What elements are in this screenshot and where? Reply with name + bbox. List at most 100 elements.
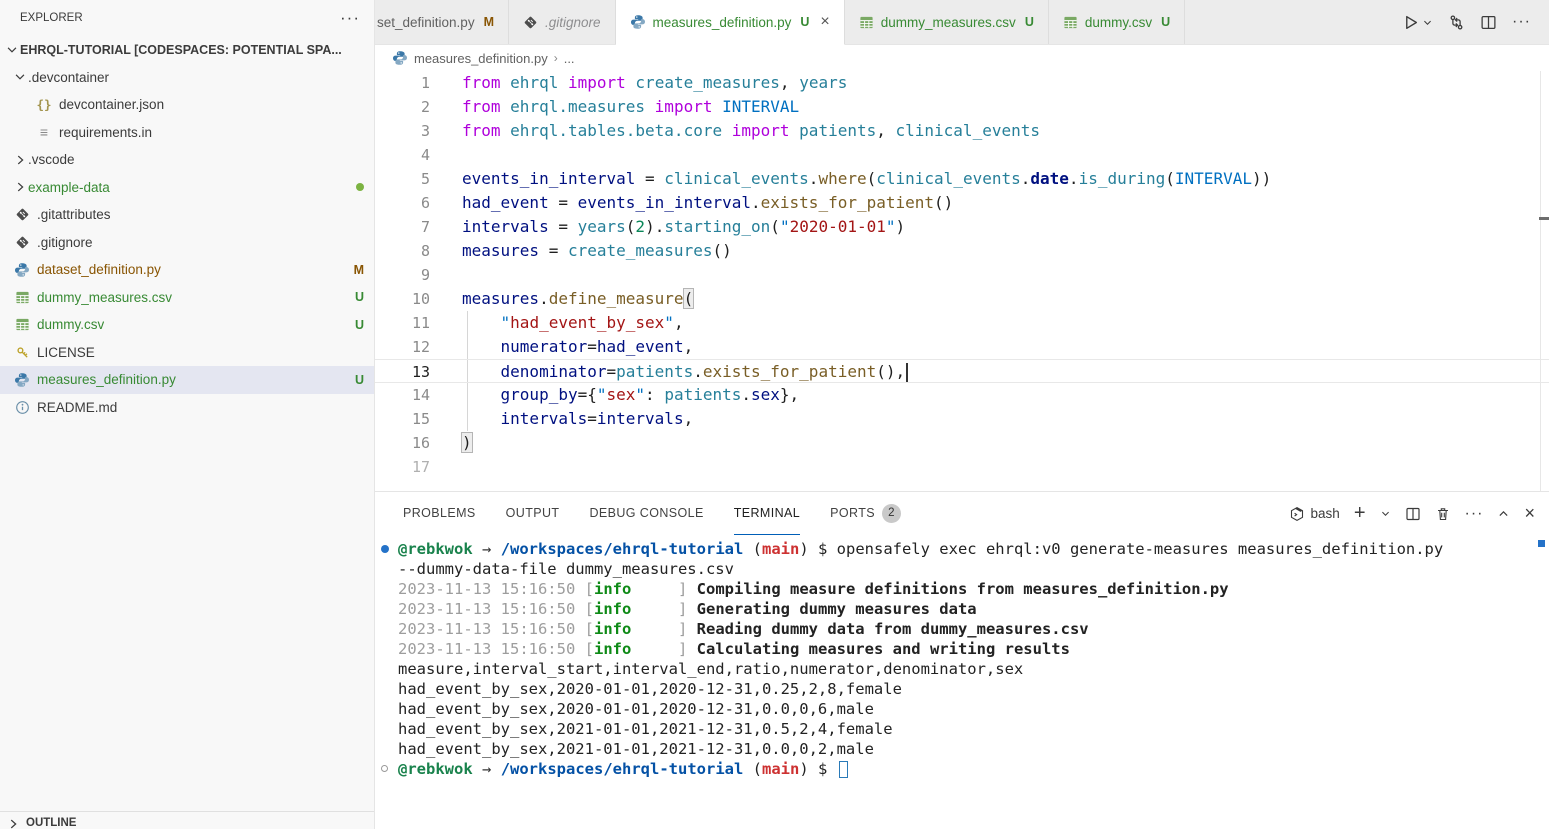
run-icon: [1402, 14, 1419, 31]
code-text: group_by={"sex": patients.sex},: [462, 383, 799, 407]
tree-item-label: .devcontainer: [28, 70, 109, 85]
indent-guide: [467, 335, 468, 359]
code-line-12: 12 numerator=had_event,: [375, 335, 1549, 359]
tree-item-ehrql-tutorial-codespaces-potential-spa[interactable]: EHRQL-TUTORIAL [CODESPACES: POTENTIAL SP…: [0, 36, 374, 64]
close-panel-icon[interactable]: ×: [1524, 503, 1535, 524]
outline-section-header[interactable]: OUTLINE: [0, 811, 374, 829]
maximize-panel-chevron-up-icon[interactable]: [1497, 507, 1510, 520]
terminal-line: had_event_by_sex,2020-01-01,2020-12-31,0…: [375, 699, 1549, 719]
line-number: 10: [375, 287, 430, 311]
explorer-header: EXPLORER ···: [0, 0, 374, 36]
chevron-right-icon: [6, 817, 20, 829]
panel-more-actions-icon[interactable]: ···: [1465, 505, 1484, 523]
code-text: denominator=patients.exists_for_patient(…: [462, 360, 908, 382]
tree-item-measures-definition-py[interactable]: measures_definition.pyU: [0, 366, 374, 394]
chevron-right-icon: [13, 153, 27, 167]
tree-item-devcontainer-json[interactable]: {}devcontainer.json: [0, 91, 374, 119]
tab-measures-definition-py[interactable]: measures_definition.pyU×: [616, 0, 845, 45]
shell-selector[interactable]: bash: [1289, 506, 1340, 522]
terminal-line: had_event_by_sex,2020-01-01,2020-12-31,0…: [375, 679, 1549, 699]
chevron-down-icon: [5, 43, 19, 57]
tree-item-example-data[interactable]: example-data: [0, 174, 374, 202]
open-changes-icon[interactable]: [1448, 14, 1465, 31]
line-number: 2: [375, 95, 430, 119]
breadcrumb-file[interactable]: measures_definition.py: [414, 51, 548, 66]
tab-set-definition-py[interactable]: set_definition.pyM: [375, 0, 509, 44]
code-text: had_event = events_in_interval.exists_fo…: [462, 191, 953, 215]
tree-item-dummy-csv[interactable]: dummy.csvU: [0, 311, 374, 339]
terminal-line: had_event_by_sex,2021-01-01,2021-12-31,0…: [375, 739, 1549, 759]
code-editor[interactable]: 1from ehrql import create_measures, year…: [375, 71, 1549, 491]
tree-item-devcontainer[interactable]: .devcontainer: [0, 64, 374, 92]
tree-item-label: README.md: [37, 400, 117, 415]
code-line-2: 2from ehrql.measures import INTERVAL: [375, 95, 1549, 119]
close-tab-icon[interactable]: ×: [820, 13, 829, 31]
panel-tab-debug-console[interactable]: DEBUG CONSOLE: [589, 492, 703, 535]
tree-item-label: dataset_definition.py: [37, 262, 161, 277]
terminal[interactable]: @rebkwok → /workspaces/ehrql-tutorial (m…: [375, 535, 1549, 829]
line-number: 17: [375, 455, 430, 479]
panel-tab-problems[interactable]: PROBLEMS: [403, 492, 476, 535]
split-terminal-icon[interactable]: [1405, 506, 1421, 522]
tree-item-vscode[interactable]: .vscode: [0, 146, 374, 174]
code-line-6: 6had_event = events_in_interval.exists_f…: [375, 191, 1549, 215]
code-line-13: 13 denominator=patients.exists_for_patie…: [375, 359, 1549, 383]
breadcrumb-symbol[interactable]: ...: [564, 51, 575, 66]
code-line-8: 8measures = create_measures(): [375, 239, 1549, 263]
kill-terminal-trash-icon[interactable]: [1435, 506, 1451, 522]
tab-dummy-measures-csv[interactable]: dummy_measures.csvU: [845, 0, 1049, 44]
panel-tab-label: OUTPUT: [506, 506, 560, 520]
panel-header: PROBLEMS OUTPUT DEBUG CONSOLE TERMINAL PORTS…: [375, 492, 1549, 535]
line-number: 16: [375, 431, 430, 455]
line-number: 12: [375, 335, 430, 359]
code-line-14: 14 group_by={"sex": patients.sex},: [375, 383, 1549, 407]
panel-tab-output[interactable]: OUTPUT: [506, 492, 560, 535]
split-editor-icon[interactable]: [1480, 14, 1497, 31]
tree-item-gitattributes[interactable]: .gitattributes: [0, 201, 374, 229]
run-dropdown-chevron-icon[interactable]: [1422, 17, 1433, 28]
new-terminal-icon[interactable]: +: [1354, 502, 1366, 525]
tab-label: dummy_measures.csv: [881, 15, 1016, 30]
tab-label: .gitignore: [545, 15, 601, 30]
panel-tab-label: PORTS: [830, 506, 875, 520]
csv-file-icon: [15, 290, 30, 305]
terminal-dropdown-chevron-icon[interactable]: [1380, 508, 1391, 519]
explorer-more-icon[interactable]: ···: [340, 8, 360, 28]
code-line-1: 1from ehrql import create_measures, year…: [375, 71, 1549, 95]
tree-item-label: LICENSE: [37, 345, 95, 360]
tree-item-label: .vscode: [28, 152, 75, 167]
indent-guide: [467, 311, 468, 335]
git-status-badge: U: [355, 318, 364, 332]
info-file-icon: [15, 400, 30, 415]
indent-guide: [467, 383, 468, 407]
editor-tab-bar: set_definition.pyM.gitignoremeasures_def…: [375, 0, 1549, 45]
terminal-cursor: [839, 761, 848, 778]
bottom-panel: PROBLEMS OUTPUT DEBUG CONSOLE TERMINAL PORTS…: [375, 491, 1549, 829]
tab-gitignore[interactable]: .gitignore: [509, 0, 616, 44]
tree-item-label: .gitattributes: [37, 207, 111, 222]
terminal-line: @rebkwok → /workspaces/ehrql-tutorial (m…: [375, 539, 1549, 559]
code-text: measures = create_measures(): [462, 239, 732, 263]
python-file-icon: [392, 50, 408, 66]
tree-item-label: requirements.in: [59, 125, 152, 140]
chevron-right-icon: [13, 180, 27, 194]
tree-item-license[interactable]: LICENSE: [0, 339, 374, 367]
code-text: intervals=intervals,: [462, 407, 693, 431]
git-status-badge: U: [355, 373, 364, 387]
panel-tab-ports[interactable]: PORTS2: [830, 492, 901, 535]
tree-item-dataset-definition-py[interactable]: dataset_definition.pyM: [0, 256, 374, 284]
run-button[interactable]: [1402, 14, 1433, 31]
tree-item-requirements-in[interactable]: ≡requirements.in: [0, 119, 374, 147]
outline-label: OUTLINE: [26, 817, 76, 829]
python-file-icon: [14, 372, 30, 388]
explorer-title: EXPLORER: [20, 12, 83, 24]
tree-item-gitignore[interactable]: .gitignore: [0, 229, 374, 257]
tree-item-readme-md[interactable]: README.md: [0, 394, 374, 422]
tree-item-dummy-measures-csv[interactable]: dummy_measures.csvU: [0, 284, 374, 312]
file-tree: EHRQL-TUTORIAL [CODESPACES: POTENTIAL SP…: [0, 36, 374, 421]
tab-dummy-csv[interactable]: dummy.csvU: [1049, 0, 1185, 44]
python-file-icon: [630, 14, 646, 30]
panel-tab-terminal[interactable]: TERMINAL: [734, 492, 800, 535]
more-actions-icon[interactable]: ···: [1512, 13, 1531, 31]
git-status-badge: U: [800, 15, 809, 29]
